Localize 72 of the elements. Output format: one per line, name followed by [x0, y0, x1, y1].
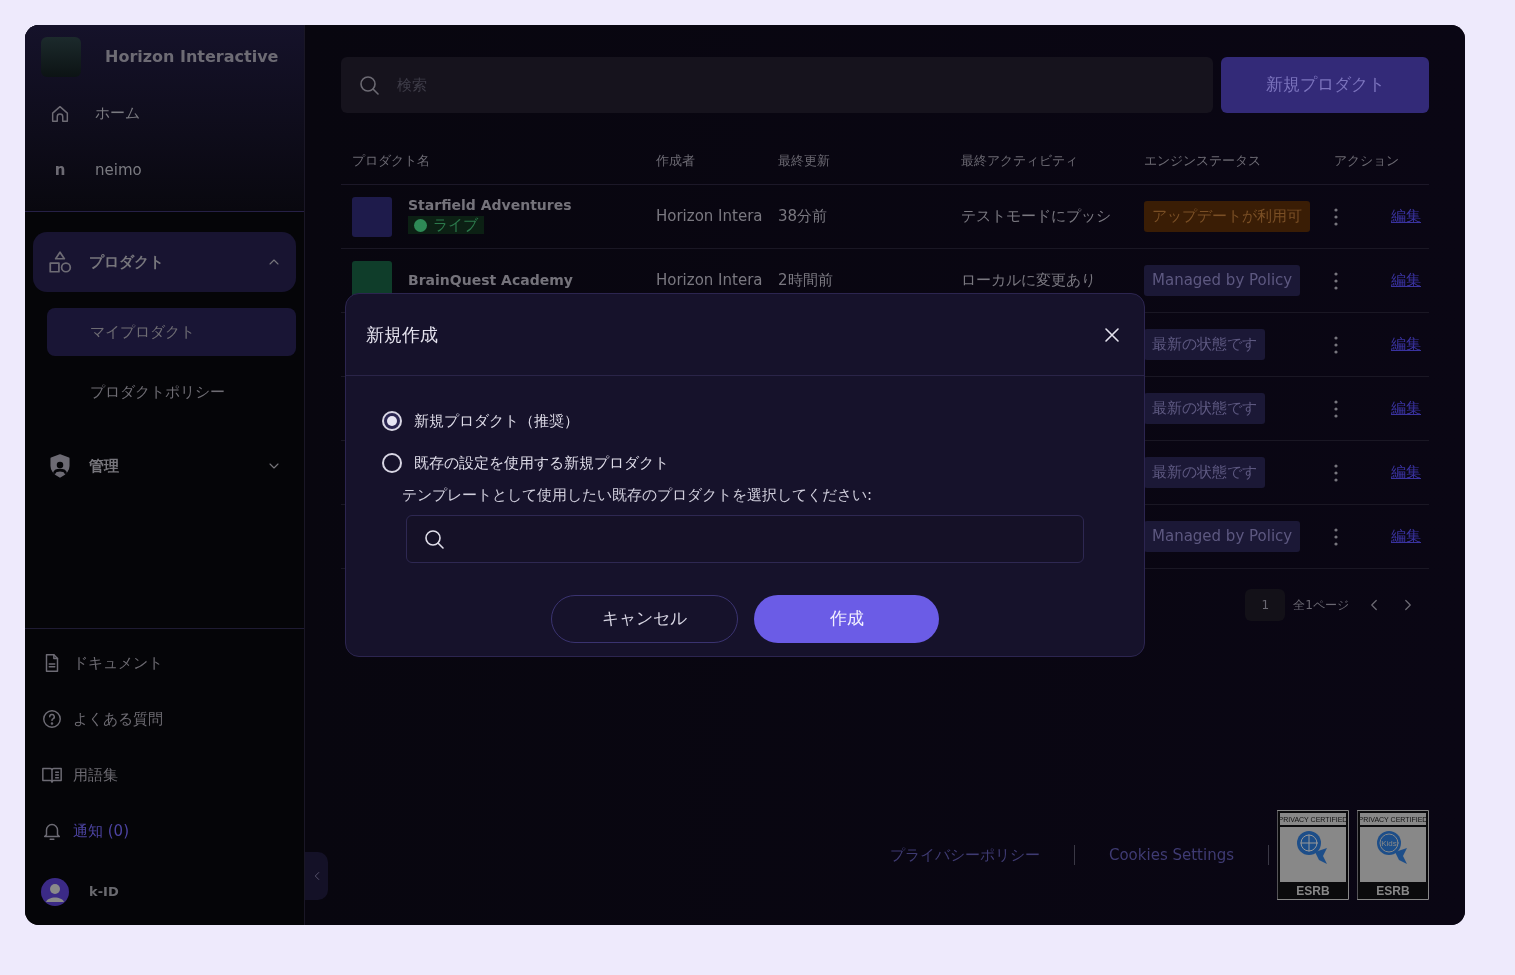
brand-name: Horizon Interactive — [105, 46, 279, 68]
question-icon — [41, 708, 63, 730]
kebab-icon — [1334, 335, 1338, 354]
column-header: プロダクト名 — [351, 151, 431, 170]
shield-icon — [47, 453, 73, 479]
product-thumbnail — [352, 196, 392, 237]
radio-button[interactable] — [382, 411, 402, 431]
column-header: エンジンステータス — [1143, 151, 1262, 170]
kebab-icon — [1334, 399, 1338, 418]
sidebar-item[interactable]: n neimo — [41, 142, 288, 199]
hint-text: テンプレートとして使用したい既存のプロダクトを選択してください: — [401, 485, 874, 506]
sidebar-group-header[interactable]: プロダクト — [33, 232, 296, 292]
kebab-icon — [1334, 271, 1338, 290]
edit-link[interactable]: 編集 — [1391, 333, 1421, 356]
logo-image — [41, 37, 81, 77]
radio-option[interactable]: 新規プロダクト（推奨） — [382, 400, 1108, 442]
edit-link[interactable]: 編集 — [1391, 461, 1421, 484]
engine-status-tag: 最新の状態です — [1144, 393, 1265, 424]
product-name: BrainQuest Academy — [408, 271, 573, 290]
page-total: 全1ページ — [1293, 597, 1349, 614]
engine-status-tag: 最新の状態です — [1144, 457, 1265, 488]
table-cell: Horizon Intera — [656, 207, 763, 226]
kebab-icon — [1334, 463, 1338, 482]
user-name: k-ID — [89, 883, 119, 902]
dialog-title: 新規作成 — [366, 323, 438, 347]
engine-status-tag: Managed by Policy — [1144, 521, 1301, 552]
more-button[interactable] — [1334, 271, 1338, 290]
footer-link[interactable]: プライバシーポリシー — [855, 843, 1074, 867]
column-header: アクション — [1333, 151, 1400, 170]
kebab-icon — [1334, 207, 1338, 226]
submenu-item[interactable]: プロダクトポリシー — [47, 368, 296, 416]
edit-link[interactable]: 編集 — [1391, 205, 1421, 228]
radio-button[interactable] — [382, 453, 402, 473]
radio-option[interactable]: 既存の設定を使用する新規プロダクト — [382, 442, 1108, 484]
sidebar-link[interactable]: 通知 (0) — [41, 803, 288, 859]
template-search-field[interactable] — [406, 514, 1084, 563]
table-cell: Horizon Intera — [656, 271, 763, 290]
shapes-icon — [47, 249, 73, 275]
edit-link[interactable]: 編集 — [1391, 269, 1421, 292]
table-cell: 2時間前 — [778, 271, 833, 290]
avatar-icon — [41, 878, 69, 906]
edit-link[interactable]: 編集 — [1391, 397, 1421, 420]
new-product-button[interactable]: 新規プロダクト — [1221, 57, 1429, 113]
column-header: 最終更新 — [777, 151, 831, 170]
sidebar-group-header[interactable]: 管理 — [33, 436, 296, 496]
table-cell: ローカルに変更あり — [961, 271, 1096, 290]
table-cell: 38分前 — [778, 207, 828, 226]
sidebar-link[interactable]: 用語集 — [41, 747, 288, 803]
column-header: 最終アクティビティ — [960, 151, 1079, 170]
sidebar-link[interactable]: ドキュメント — [41, 635, 288, 691]
table-cell: テストモードにプッシ — [961, 207, 1111, 226]
sidebar-link[interactable]: よくある質問 — [41, 691, 288, 747]
more-button[interactable] — [1334, 463, 1338, 482]
more-button[interactable] — [1334, 399, 1338, 418]
engine-status-tag: Managed by Policy — [1144, 265, 1301, 296]
more-button[interactable] — [1334, 527, 1338, 546]
product-name: Starfield Adventures — [408, 195, 572, 215]
submenu-item[interactable]: マイプロダクト — [47, 308, 296, 356]
status-tag: ライブ — [408, 216, 484, 235]
footer-link[interactable]: Cookies Settings — [1074, 843, 1268, 867]
column-header: 作成者 — [655, 151, 696, 170]
search-icon — [357, 73, 381, 97]
more-button[interactable] — [1334, 207, 1338, 226]
kebab-icon — [1334, 527, 1338, 546]
more-button[interactable] — [1334, 335, 1338, 354]
sidebar-item[interactable]: ホーム — [41, 85, 288, 142]
page-number[interactable]: 1 — [1245, 589, 1286, 621]
engine-status-tag: 最新の状態です — [1144, 329, 1265, 360]
letter-icon: n — [49, 159, 71, 182]
engine-status-tag: アップデートが利用可 — [1144, 201, 1310, 232]
create-button[interactable]: 作成 — [754, 594, 939, 643]
edit-link[interactable]: 編集 — [1391, 525, 1421, 548]
